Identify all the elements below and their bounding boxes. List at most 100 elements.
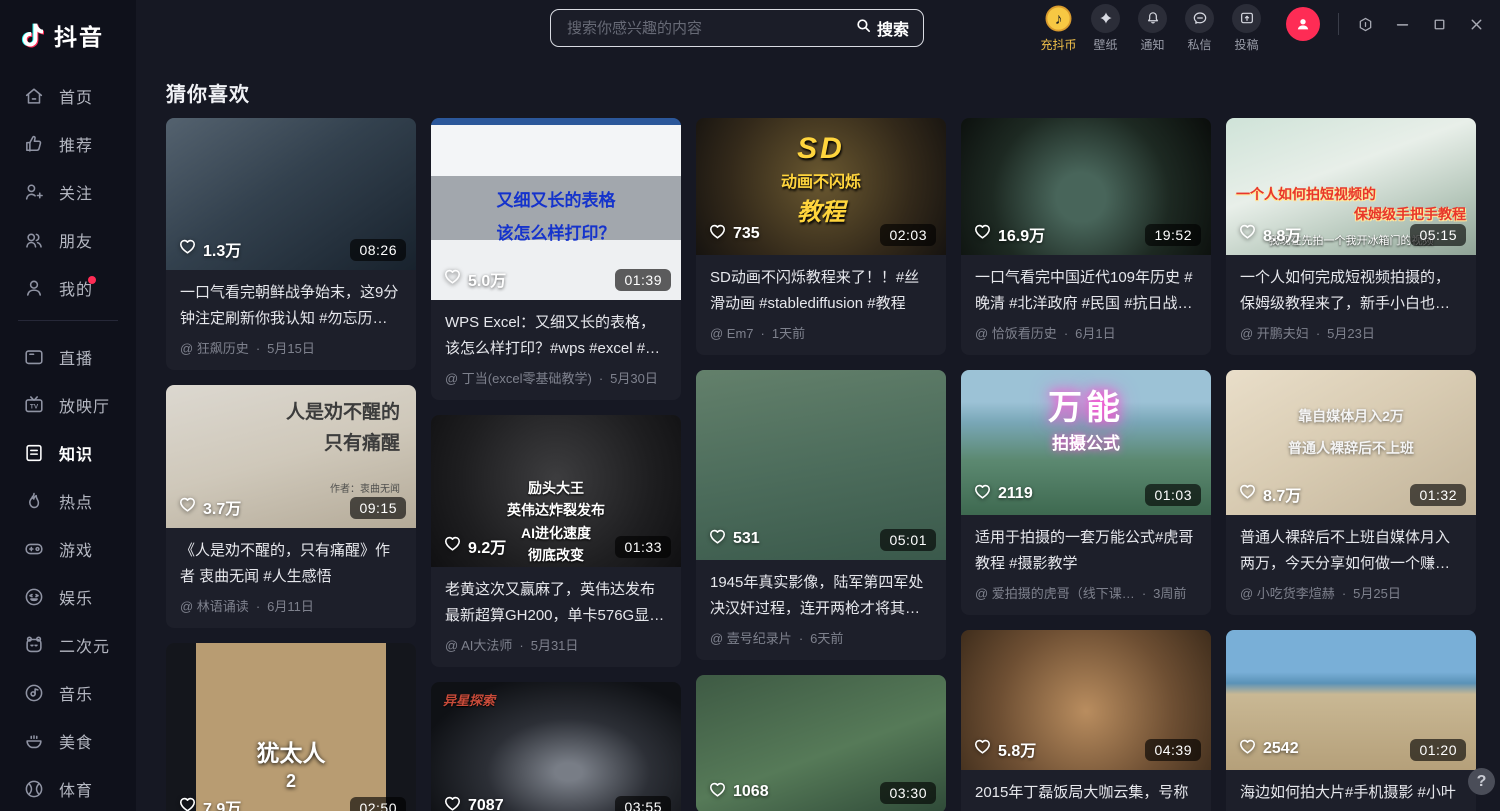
video-thumbnail[interactable]: 一个人如何拍短视频的保姆级手把手教程我现在先拍一个我开冰箱门的视频 8.8万 0…: [1226, 118, 1476, 255]
minimize-button[interactable]: [1392, 14, 1412, 34]
video-thumbnail[interactable]: 靠自媒体月入2万普通人裸辞后不上班 8.7万 01:32: [1226, 370, 1476, 515]
video-thumbnail[interactable]: 1068 03:30: [696, 675, 946, 811]
users-icon: [22, 228, 46, 252]
search-button[interactable]: 搜索: [847, 16, 923, 40]
sidebar-item-music[interactable]: 音乐: [0, 669, 136, 717]
video-thumbnail[interactable]: SD动画不闪烁教程 735 02:03: [696, 118, 946, 255]
video-card[interactable]: 人是劝不醒的只有痛醒作者：衷曲无闻 3.7万 09:15 《人是劝不醒的，只有痛…: [166, 385, 416, 628]
close-button[interactable]: [1466, 14, 1486, 34]
video-thumbnail[interactable]: 犹太人2 7.9万 02:50: [166, 643, 416, 811]
video-thumbnail[interactable]: 异星探索 7087 03:55: [431, 682, 681, 811]
topbar-action-notifications[interactable]: 通知: [1129, 4, 1176, 53]
video-duration: 04:39: [1145, 739, 1201, 761]
video-card[interactable]: 一个人如何拍短视频的保姆级手把手教程我现在先拍一个我开冰箱门的视频 8.8万 0…: [1226, 118, 1476, 355]
sidebar-item-sports[interactable]: 体育: [0, 765, 136, 811]
video-title[interactable]: SD动画不闪烁教程来了！！#丝滑动画 #stablediffusion #教程: [710, 265, 932, 316]
video-duration: 03:30: [880, 782, 936, 804]
sidebar-item-anime[interactable]: 二次元: [0, 621, 136, 669]
video-card[interactable]: 犹太人2 7.9万 02:50: [166, 643, 416, 811]
user-avatar[interactable]: [1286, 7, 1320, 41]
video-author[interactable]: @ 小吃货李煊赫·5月25日: [1240, 583, 1462, 602]
grid-column: 1.3万 08:26 一口气看完朝鲜战争始末，这9分钟注定刷新你我认知 #勿忘历…: [166, 118, 416, 811]
video-author[interactable]: @ 狂飙历史·5月15日: [180, 338, 402, 357]
video-author[interactable]: @ 壹号纪录片·6天前: [710, 628, 932, 647]
video-duration: 01:33: [615, 536, 671, 558]
video-thumbnail[interactable]: 16.9万 19:52: [961, 118, 1211, 255]
video-author[interactable]: @ 开鹏夫妇·5月23日: [1240, 323, 1462, 342]
sidebar-item-fun[interactable]: 娱乐: [0, 573, 136, 621]
video-card[interactable]: 靠自媒体月入2万普通人裸辞后不上班 8.7万 01:32 普通人裸辞后不上班自媒…: [1226, 370, 1476, 615]
video-title[interactable]: WPS Excel：又细又长的表格，该怎么样打印？#wps #excel #…: [445, 310, 667, 361]
sidebar-item-home[interactable]: 首页: [0, 72, 136, 120]
topbar-action-messages[interactable]: 私信: [1176, 4, 1223, 53]
like-count: 8.7万: [1238, 482, 1301, 506]
sidebar-item-friends[interactable]: 朋友: [0, 216, 136, 264]
video-card[interactable]: 万能拍摄公式 2119 01:03 适用于拍摄的一套万能公式#虎哥教程 #摄影教…: [961, 370, 1211, 615]
help-button[interactable]: ?: [1468, 768, 1495, 795]
video-thumbnail[interactable]: 万能拍摄公式 2119 01:03: [961, 370, 1211, 515]
video-thumbnail[interactable]: 2542 01:20: [1226, 630, 1476, 770]
sidebar-item-knowledge[interactable]: 知识: [0, 429, 136, 477]
video-thumbnail[interactable]: 又细又长的表格该怎么样打印？ 5.0万 01:39: [431, 118, 681, 300]
live-icon: [22, 345, 46, 369]
security-button[interactable]: [1355, 14, 1375, 34]
video-card[interactable]: 2542 01:20 海边如何拍大片#手机摄影 #小叶: [1226, 630, 1476, 811]
video-thumbnail[interactable]: 1.3万 08:26: [166, 118, 416, 270]
maximize-button[interactable]: [1429, 14, 1449, 34]
upload-icon: [1232, 4, 1261, 33]
video-title[interactable]: 适用于拍摄的一套万能公式#虎哥教程 #摄影教学: [975, 525, 1197, 576]
sidebar-item-food[interactable]: 美食: [0, 717, 136, 765]
sidebar-item-mine[interactable]: 我的: [0, 264, 136, 312]
video-card[interactable]: SD动画不闪烁教程 735 02:03 SD动画不闪烁教程来了！！#丝滑动画 #…: [696, 118, 946, 355]
topbar-action-recharge[interactable]: ♪ 充抖币: [1035, 4, 1082, 53]
video-title[interactable]: 2015年丁磊饭局大咖云集，号称: [975, 780, 1197, 806]
chat-icon: [1185, 4, 1214, 33]
video-card[interactable]: 5.8万 04:39 2015年丁磊饭局大咖云集，号称: [961, 630, 1211, 811]
heart-icon: [178, 795, 197, 811]
sidebar-item-theater[interactable]: TV 放映厅: [0, 381, 136, 429]
like-count: 1.3万: [178, 237, 241, 261]
video-thumbnail[interactable]: 励头大王英伟达炸裂发布AI进化速度彻底改变 9.2万 01:33: [431, 415, 681, 567]
video-author[interactable]: @ 林语诵读·6月11日: [180, 596, 402, 615]
video-author[interactable]: @ AI大法师·5月31日: [445, 635, 667, 654]
video-title[interactable]: 一口气看完中国近代109年历史 #晚清 #北洋政府 #民国 #抗日战…: [975, 265, 1197, 316]
video-title[interactable]: 一个人如何完成短视频拍摄的，保姆级教程来了，新手小白也…: [1240, 265, 1462, 316]
video-card[interactable]: 1.3万 08:26 一口气看完朝鲜战争始末，这9分钟注定刷新你我认知 #勿忘历…: [166, 118, 416, 370]
video-thumbnail[interactable]: 人是劝不醒的只有痛醒作者：衷曲无闻 3.7万 09:15: [166, 385, 416, 528]
sidebar-item-games[interactable]: 游戏: [0, 525, 136, 573]
like-count: 7087: [443, 794, 504, 811]
sidebar-item-hot[interactable]: 热点: [0, 477, 136, 525]
red-dot-badge: [88, 276, 96, 284]
video-card[interactable]: 异星探索 7087 03:55: [431, 682, 681, 811]
video-title[interactable]: 1945年真实影像，陆军第四军处决汉奸过程，连开两枪才将其…: [710, 570, 932, 621]
search-input[interactable]: [551, 20, 847, 37]
video-title[interactable]: 普通人裸辞后不上班自媒体月入两万，今天分享如何做一个赚…: [1240, 525, 1462, 576]
sidebar-item-following[interactable]: 关注: [0, 168, 136, 216]
video-author[interactable]: @ 丁当(excel零基础教学)·5月30日: [445, 368, 667, 387]
video-author[interactable]: @ Em7·1天前: [710, 323, 932, 342]
sidebar-item-live[interactable]: 直播: [0, 333, 136, 381]
video-title[interactable]: 《人是劝不醒的，只有痛醒》作者 衷曲无闻 #人生感悟: [180, 538, 402, 589]
video-card[interactable]: 1068 03:30: [696, 675, 946, 811]
video-card[interactable]: 又细又长的表格该怎么样打印？ 5.0万 01:39 WPS Excel：又细又长…: [431, 118, 681, 400]
home-icon: [22, 84, 46, 108]
heart-icon: [708, 527, 727, 551]
video-thumbnail[interactable]: 531 05:01: [696, 370, 946, 560]
video-title[interactable]: 一口气看完朝鲜战争始末，这9分钟注定刷新你我认知 #勿忘历史…: [180, 280, 402, 331]
video-title[interactable]: 老黄这次又赢麻了，英伟达发布最新超算GH200，单卡576G显…: [445, 577, 667, 628]
flame-icon: [22, 489, 46, 513]
video-author[interactable]: @ 爱拍摄的虎哥（线下课…·3周前: [975, 583, 1197, 602]
topbar-action-upload[interactable]: 投稿: [1223, 4, 1270, 53]
video-card[interactable]: 16.9万 19:52 一口气看完中国近代109年历史 #晚清 #北洋政府 #民…: [961, 118, 1211, 355]
video-duration: 09:15: [350, 497, 406, 519]
disc-icon: [22, 681, 46, 705]
heart-icon: [973, 737, 992, 761]
sidebar-item-recommend[interactable]: 推荐: [0, 120, 136, 168]
heart-icon: [443, 794, 462, 811]
topbar-action-wallpaper[interactable]: 壁纸: [1082, 4, 1129, 53]
video-card[interactable]: 励头大王英伟达炸裂发布AI进化速度彻底改变 9.2万 01:33 老黄这次又赢麻…: [431, 415, 681, 667]
video-title[interactable]: 海边如何拍大片#手机摄影 #小叶: [1240, 780, 1462, 806]
video-author[interactable]: @ 恰饭看历史·6月1日: [975, 323, 1197, 342]
video-thumbnail[interactable]: 5.8万 04:39: [961, 630, 1211, 770]
video-card[interactable]: 531 05:01 1945年真实影像，陆军第四军处决汉奸过程，连开两枪才将其……: [696, 370, 946, 660]
